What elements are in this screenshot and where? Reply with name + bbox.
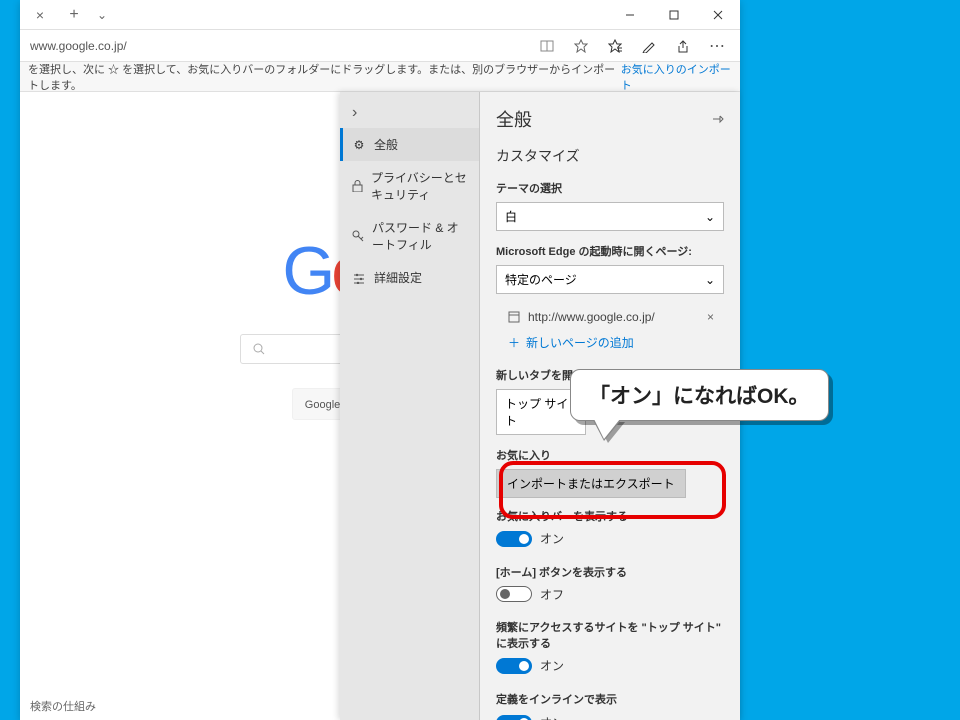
topsites-toggle-label: 頻繁にアクセスするサイトを "トップ サイト" に表示する xyxy=(496,619,724,651)
inline-toggle-label: 定義をインラインで表示 xyxy=(496,691,724,707)
nav-item-passwords[interactable]: パスワード & オートフィル xyxy=(340,211,479,261)
favbar-state: オン xyxy=(540,530,564,547)
settings-header: 全般 xyxy=(496,106,724,132)
close-window-button[interactable] xyxy=(696,0,740,30)
inline-state: オン xyxy=(540,714,564,720)
startup-label: Microsoft Edge の起動時に開くページ: xyxy=(496,243,724,259)
nav-item-general[interactable]: ⚙ 全般 xyxy=(340,128,479,161)
window-controls xyxy=(608,0,740,30)
maximize-button[interactable] xyxy=(652,0,696,30)
new-tab-button[interactable]: + xyxy=(60,6,88,24)
favbar-hint-text: を選択し、次に ☆ を選択して、お気に入りバーのフォルダーにドラッグします。また… xyxy=(28,61,618,93)
home-toggle[interactable] xyxy=(496,586,532,602)
startup-page-url[interactable]: http://www.google.co.jp/ xyxy=(528,310,655,324)
inline-setting: 定義をインラインで表示 オン ✓ 書籍 xyxy=(496,691,724,720)
titlebar: × + ⌄ xyxy=(20,0,740,30)
startup-value: 特定のページ xyxy=(505,271,577,288)
import-export-button[interactable]: インポートまたはエクスポート xyxy=(496,469,686,498)
import-favorites-link[interactable]: お気に入りのインポート xyxy=(621,61,732,93)
settings-title: 全般 xyxy=(496,106,532,132)
add-page-label: 新しいページの追加 xyxy=(526,334,634,351)
nav-item-advanced[interactable]: 詳細設定 xyxy=(340,261,479,294)
minimize-button[interactable] xyxy=(608,0,652,30)
favorite-star-icon[interactable] xyxy=(564,31,598,61)
back-icon[interactable]: › xyxy=(340,98,479,128)
favorites-list-icon[interactable] xyxy=(598,31,632,61)
remove-page-icon[interactable]: × xyxy=(701,310,720,324)
nav-label: パスワード & オートフィル xyxy=(372,219,467,253)
home-setting: [ホーム] ボタンを表示する オフ xyxy=(496,564,724,608)
callout: 「オン」になればOK。 xyxy=(570,369,829,421)
nav-label: プライバシーとセキュリティ xyxy=(371,169,467,203)
tab-close-button[interactable]: × xyxy=(20,7,60,23)
home-toggle-label: [ホーム] ボタンを表示する xyxy=(496,564,724,580)
callout-text: 「オン」になればOK。 xyxy=(570,369,829,421)
startup-select[interactable]: 特定のページ ⌄ xyxy=(496,265,724,294)
topsites-state: オン xyxy=(540,657,564,674)
sliders-icon xyxy=(352,272,366,284)
nav-label: 全般 xyxy=(374,136,398,153)
gear-icon: ⚙ xyxy=(352,138,366,152)
share-icon[interactable] xyxy=(666,31,700,61)
favbar-toggle-label: お気に入りバーを表示する xyxy=(496,508,724,524)
url-field[interactable]: www.google.co.jp/ xyxy=(26,39,530,53)
tab-dropdown[interactable]: ⌄ xyxy=(88,8,116,22)
customize-heading: カスタマイズ xyxy=(496,146,724,166)
page-icon xyxy=(508,311,520,323)
home-state: オフ xyxy=(540,586,564,603)
startup-page-row: http://www.google.co.jp/ × xyxy=(496,306,724,328)
settings-nav: › ⚙ 全般 プライバシーとセキュリティ パスワード & オートフィル 詳細設定 xyxy=(340,92,480,720)
key-icon xyxy=(352,230,364,242)
nav-item-privacy[interactable]: プライバシーとセキュリティ xyxy=(340,161,479,211)
lock-icon xyxy=(352,180,363,192)
favorites-heading: お気に入り xyxy=(496,447,724,463)
chevron-down-icon: ⌄ xyxy=(705,210,715,224)
theme-label: テーマの選択 xyxy=(496,180,724,196)
topsites-toggle[interactable] xyxy=(496,658,532,674)
inline-toggle[interactable] xyxy=(496,715,532,720)
add-page-link[interactable]: ＋ 新しいページの追加 xyxy=(496,328,724,357)
browser-window: × + ⌄ www.google.co.jp/ ⋯ を選択し、次に ☆ を選択し… xyxy=(20,0,740,720)
favbar-toggle[interactable] xyxy=(496,531,532,547)
plus-icon: ＋ xyxy=(508,334,520,351)
favbar-setting: お気に入りバーを表示する オン xyxy=(496,508,724,552)
nav-label: 詳細設定 xyxy=(374,269,422,286)
favorites-bar-hint: を選択し、次に ☆ を選択して、お気に入りバーのフォルダーにドラッグします。また… xyxy=(20,62,740,92)
more-icon[interactable]: ⋯ xyxy=(700,31,734,61)
theme-select[interactable]: 白 ⌄ xyxy=(496,202,724,231)
chevron-down-icon: ⌄ xyxy=(705,273,715,287)
pin-icon[interactable] xyxy=(712,113,724,125)
footer-link[interactable]: 検索の仕組み xyxy=(30,698,96,714)
notes-icon[interactable] xyxy=(632,31,666,61)
topsites-setting: 頻繁にアクセスするサイトを "トップ サイト" に表示する オン xyxy=(496,619,724,679)
newtab-value: トップ サイト xyxy=(505,395,577,429)
address-bar: www.google.co.jp/ ⋯ xyxy=(20,30,740,62)
search-icon xyxy=(253,343,265,355)
reading-view-icon[interactable] xyxy=(530,31,564,61)
theme-value: 白 xyxy=(505,208,517,225)
